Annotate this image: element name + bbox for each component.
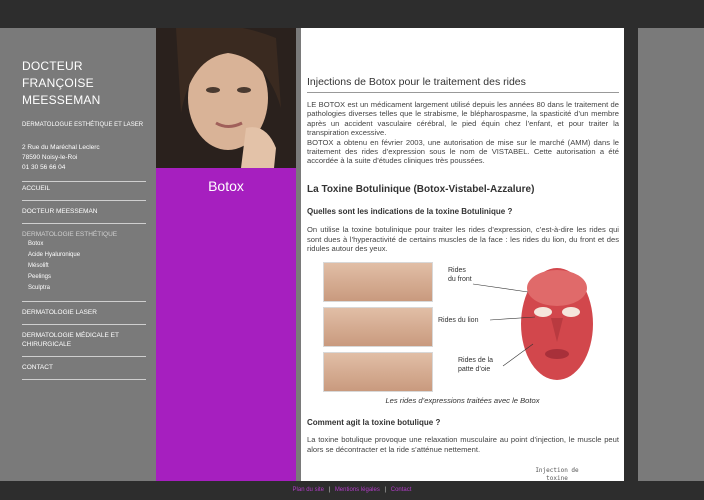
menu-item-medicale-line2: CHIRURGICALE	[22, 341, 72, 348]
menu-item-medicale-line1: DERMATOLOGIE MÉDICALE ET	[22, 332, 119, 339]
figure-caption: Les rides d’expressions traitées avec le…	[385, 396, 540, 405]
menu-divider	[22, 356, 146, 357]
figure-pointer-lines	[472, 283, 536, 367]
injection-diagram-label: Injection de toxine	[535, 467, 579, 481]
menu-divider	[22, 223, 146, 224]
phone: 01 30 56 66 04	[22, 164, 66, 171]
doctor-name-line2: MEESSEMAN	[22, 93, 101, 107]
address-line1: 2 Rue du Maréchal Leclerc	[22, 144, 100, 151]
menu-divider	[22, 379, 146, 380]
submenu-esthetique: Botox Acide Hyaluronique Mésolift Peelin…	[28, 239, 146, 294]
injection-label-line1: Injection de	[535, 467, 579, 474]
menu-item-dermatologie-laser[interactable]: DERMATOLOGIE LASER	[22, 308, 146, 317]
purple-banner: Botox	[156, 168, 296, 481]
answer-mechanism: La toxine botulique provoque une relaxat…	[307, 435, 619, 454]
banner-title: Botox	[208, 178, 244, 194]
footer-link-plan-du-site[interactable]: Plan du site	[293, 487, 324, 493]
submenu-item-peelings[interactable]: Peelings	[28, 272, 146, 283]
submenu-item-mesolift[interactable]: Mésolift	[28, 261, 146, 272]
submenu-item-botox[interactable]: Botox	[28, 239, 146, 250]
page-title: Injections de Botox pour le traitement d…	[307, 76, 526, 88]
sidebar-header: DOCTEUR FRANÇOISE MEESSEMAN DERMATOLOGUE…	[22, 58, 146, 182]
menu-item-accueil[interactable]: ACCUEIL	[22, 184, 146, 193]
footer-separator: |	[384, 487, 387, 493]
right-gray-panel	[638, 28, 704, 481]
menu-item-docteur[interactable]: DOCTEUR MEESSEMAN	[22, 207, 146, 216]
doctor-name-line1: DOCTEUR FRANÇOISE	[22, 59, 94, 90]
menu-divider	[22, 301, 146, 302]
section-heading: La Toxine Botulinique (Botox-Vistabel-Az…	[307, 184, 535, 195]
doctor-name: DOCTEUR FRANÇOISE MEESSEMAN	[22, 58, 146, 109]
right-margin	[624, 28, 704, 481]
main-menu: ACCUEIL DOCTEUR MEESSEMAN DERMATOLOGIE E…	[22, 184, 146, 386]
sidebar-divider	[22, 181, 146, 182]
intro-text: LE BOTOX est un médicament largement uti…	[307, 100, 619, 138]
wrinkles-figure: Rides du front Rides du lion Rides de la…	[323, 262, 598, 392]
address: 2 Rue du Maréchal Leclerc 78590 Noisy-le…	[22, 143, 146, 173]
specialty: DERMATOLOGUE ESTHÉTIQUE ET LASER	[22, 122, 144, 128]
footer-link-contact[interactable]: Contact	[391, 487, 412, 493]
menu-item-dermatologie-esthetique[interactable]: DERMATOLOGIE ESTHÉTIQUE	[22, 230, 146, 239]
top-bar	[0, 0, 704, 28]
main-content: Injections de Botox pour le traitement d…	[301, 28, 624, 481]
title-rule	[307, 92, 619, 93]
footer-links: Plan du site | Mentions légales | Contac…	[0, 487, 704, 493]
footer-link-mentions-legales[interactable]: Mentions légales	[335, 487, 380, 493]
intro-text-2: BOTOX a obtenu en février 2003, une auto…	[307, 137, 619, 166]
address-line2: 78590 Noisy-le-Roi	[22, 154, 78, 161]
menu-item-contact[interactable]: CONTACT	[22, 363, 146, 372]
menu-item-dermatologie-medicale[interactable]: DERMATOLOGIE MÉDICALE ET CHIRURGICALE	[22, 331, 146, 349]
question-indications: Quelles sont les indications de la toxin…	[307, 207, 513, 216]
intro-paragraph: LE BOTOX est un médicament largement uti…	[307, 100, 619, 166]
answer-indications: On utilise la toxine botulinique pour tr…	[307, 225, 619, 254]
menu-divider	[22, 324, 146, 325]
question-mechanism: Comment agit la toxine botulique ?	[307, 418, 441, 427]
submenu-item-sculptra[interactable]: Sculptra	[28, 283, 146, 294]
submenu-item-acide-hyaluronique[interactable]: Acide Hyaluronique	[28, 250, 146, 261]
portrait-illustration	[156, 28, 296, 168]
menu-divider	[22, 200, 146, 201]
portrait-photo	[156, 28, 296, 168]
footer-separator: |	[328, 487, 331, 493]
